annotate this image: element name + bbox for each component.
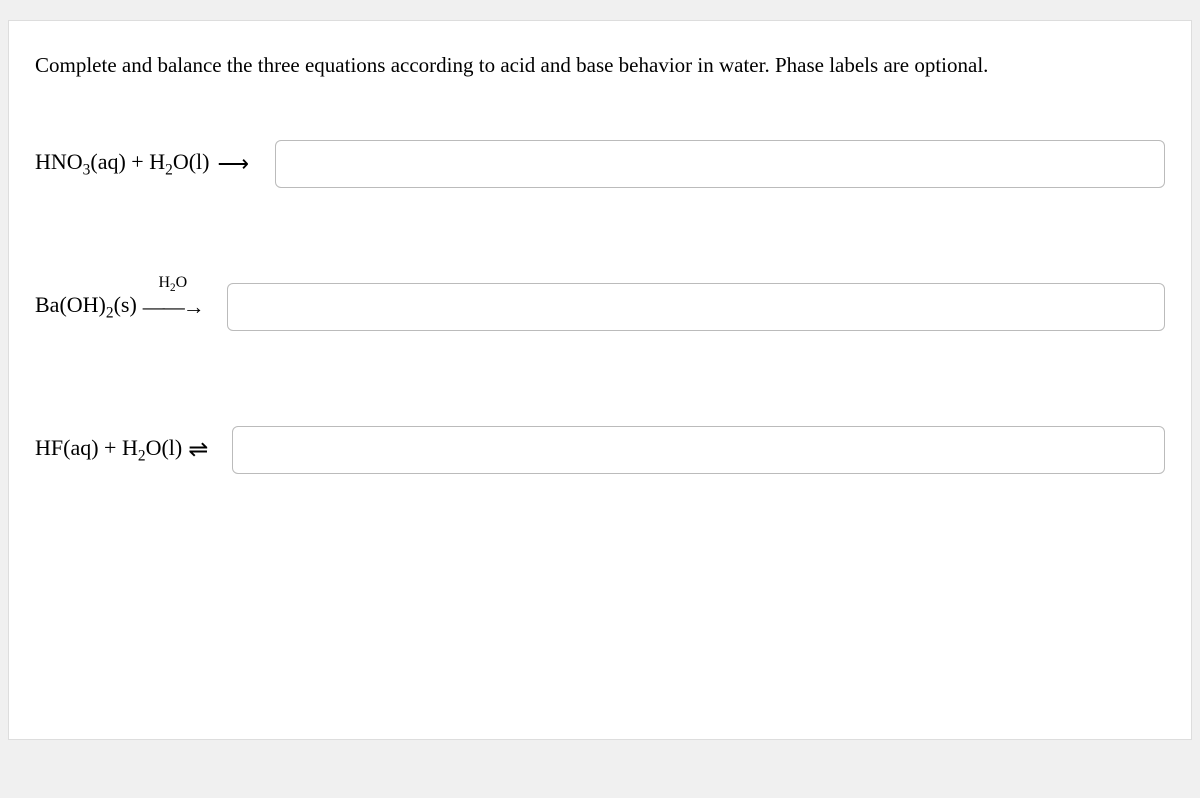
eq2-phase1: (s): [114, 292, 137, 317]
equation-row-2: Ba(OH)2(s) H2O ——→: [35, 283, 1165, 331]
equation-1-label: HNO3(aq) + H2O(l) ⟶: [35, 149, 257, 179]
equation-row-1: HNO3(aq) + H2O(l) ⟶: [35, 140, 1165, 188]
eq2-sub1: 2: [106, 305, 114, 322]
eq1-plus: +: [126, 149, 149, 174]
eq2-reactant1: Ba(OH): [35, 292, 106, 317]
eq1-sub2: 2: [165, 162, 173, 179]
eq2-arrow-o: O: [176, 274, 188, 291]
equation-3-input[interactable]: [232, 426, 1165, 474]
equation-row-3: HF(aq) + H2O(l) ⇌: [35, 426, 1165, 474]
eq3-reactant1: HF(aq): [35, 435, 99, 460]
eq1-reactant1: HNO: [35, 149, 83, 174]
eq1-phase1: (aq): [90, 149, 125, 174]
question-container: Complete and balance the three equations…: [8, 20, 1192, 740]
eq3-reactant2b: O(l): [146, 435, 183, 460]
eq1-reactant2b: O(l): [173, 149, 210, 174]
equation-2-input[interactable]: [227, 283, 1165, 331]
eq3-reactant2: H: [122, 435, 138, 460]
question-prompt: Complete and balance the three equations…: [35, 51, 1165, 80]
equation-3-label: HF(aq) + H2O(l) ⇌: [35, 435, 214, 465]
eq3-sub2: 2: [138, 448, 146, 465]
eq1-reactant2: H: [149, 149, 165, 174]
eq2-arrow-h: H: [158, 274, 170, 291]
arrow-top-label: H2O: [158, 274, 187, 294]
equilibrium-icon: ⇌: [188, 435, 208, 464]
arrow-icon: ⟶: [217, 151, 249, 177]
long-arrow-icon: ——→: [143, 294, 203, 320]
eq3-plus: +: [99, 435, 122, 460]
arrow-with-h2o-label: H2O ——→: [143, 294, 203, 320]
equation-1-input[interactable]: [275, 140, 1165, 188]
equation-2-label: Ba(OH)2(s) H2O ——→: [35, 292, 209, 322]
